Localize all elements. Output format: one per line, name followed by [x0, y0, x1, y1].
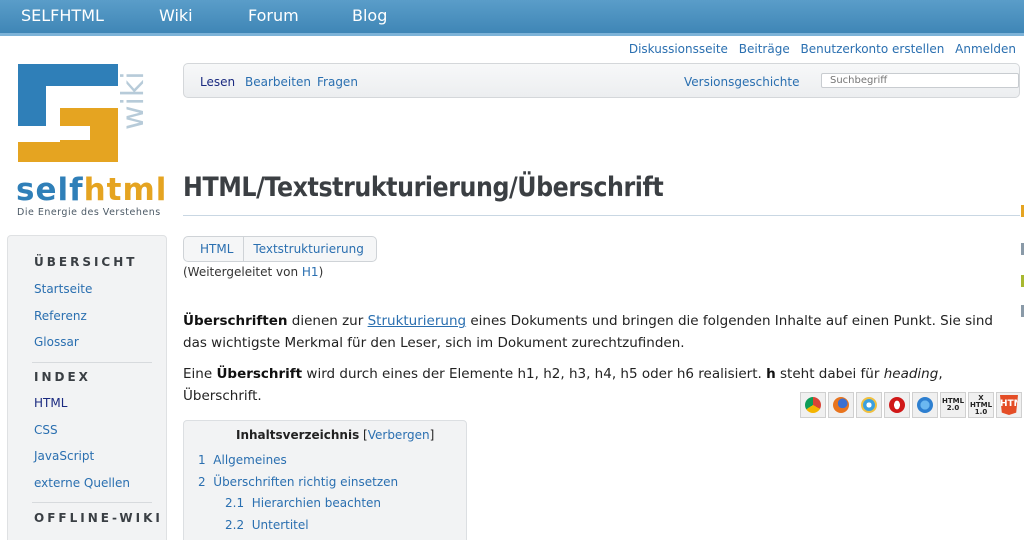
firefox-icon	[828, 392, 854, 418]
toc-item[interactable]: 2.2 Untertitel	[225, 518, 309, 532]
sidebar-divider	[32, 502, 152, 503]
top-navigation-bar: SELFHTML Wiki Forum Blog	[0, 0, 1024, 36]
sidebar-divider	[32, 362, 152, 363]
opera-icon	[884, 392, 910, 418]
toc-item[interactable]: 2 Überschriften richtig einsetzen	[198, 475, 398, 489]
sidebar-item-glossar[interactable]: Glossar	[34, 335, 79, 349]
html20-icon: HTML 2.0	[940, 392, 966, 418]
sidebar-item-externe-quellen[interactable]: externe Quellen	[34, 476, 130, 490]
breadcrumb-textstrukturierung[interactable]: Textstrukturierung	[243, 237, 375, 261]
sidebar-item-startseite[interactable]: Startseite	[34, 282, 92, 296]
xhtml10-icon: X HTML 1.0	[968, 392, 994, 418]
sidebar-item-html[interactable]: HTML	[34, 396, 67, 410]
intro-paragraph: Überschriften dienen zur Strukturierung …	[183, 313, 993, 351]
toc-item[interactable]: 2.1 Hierarchien beachten	[225, 496, 381, 510]
tab-history[interactable]: Versionsgeschichte	[684, 75, 799, 89]
toc-item[interactable]: 1 Allgemeines	[198, 453, 287, 467]
tab-ask[interactable]: Fragen	[317, 75, 358, 89]
sidebar-item-css[interactable]: CSS	[34, 423, 58, 437]
tab-read[interactable]: Lesen	[200, 75, 235, 89]
html5-icon: HTML 5	[996, 392, 1022, 418]
logo-wiki-label: wiki	[116, 71, 151, 130]
browser-support-icons: HTML 2.0 X HTML 1.0 HTML 5	[800, 392, 1022, 418]
sidebar-heading-offline-wiki: OFFLINE-WIKI	[34, 511, 163, 525]
logo-tagline: Die Energie des Verstehens	[17, 207, 161, 218]
toc-toggle-link[interactable]: Verbergen	[368, 428, 430, 442]
sidebar-item-referenz[interactable]: Referenz	[34, 309, 87, 323]
topnav-selfhtml[interactable]: SELFHTML	[21, 6, 104, 25]
logo-wordmark: selfhtml	[16, 172, 168, 208]
breadcrumb-html[interactable]: HTML	[184, 237, 243, 261]
page-title: HTML/Textstrukturierung/Überschrift	[183, 172, 664, 203]
breadcrumb: HTML Textstrukturierung	[183, 236, 377, 262]
sidebar: ÜBERSICHT Startseite Referenz Glossar IN…	[7, 235, 167, 540]
sidebar-heading-overview: ÜBERSICHT	[34, 255, 138, 269]
sidebar-heading-index: INDEX	[34, 370, 91, 384]
strukturierung-link[interactable]: Strukturierung	[368, 313, 466, 329]
login-link[interactable]: Anmelden	[955, 42, 1016, 56]
contributions-link[interactable]: Beiträge	[739, 42, 790, 56]
safari-icon	[912, 392, 938, 418]
topnav-wiki[interactable]: Wiki	[159, 6, 193, 25]
table-of-contents: Inhaltsverzeichnis [Verbergen] 1 Allgeme…	[183, 420, 467, 540]
discussion-link[interactable]: Diskussionsseite	[629, 42, 728, 56]
toc-title: Inhaltsverzeichnis [Verbergen]	[236, 428, 435, 442]
create-account-link[interactable]: Benutzerkonto erstellen	[801, 42, 945, 56]
sidebar-item-javascript[interactable]: JavaScript	[34, 449, 94, 463]
chrome-icon	[800, 392, 826, 418]
redirect-note: (Weitergeleitet von H1)	[183, 265, 324, 279]
internet-explorer-icon	[856, 392, 882, 418]
search-input[interactable]	[821, 73, 1019, 88]
topnav-forum[interactable]: Forum	[248, 6, 299, 25]
tab-edit[interactable]: Bearbeiten	[245, 75, 311, 89]
topnav-blog[interactable]: Blog	[352, 6, 387, 25]
title-divider	[183, 215, 1020, 216]
redirect-link[interactable]: H1	[302, 265, 319, 279]
page-actions-bar: Lesen Bearbeiten Fragen Versionsgeschich…	[183, 63, 1020, 98]
personal-tools: Diskussionsseite Beiträge Benutzerkonto …	[622, 42, 1016, 56]
